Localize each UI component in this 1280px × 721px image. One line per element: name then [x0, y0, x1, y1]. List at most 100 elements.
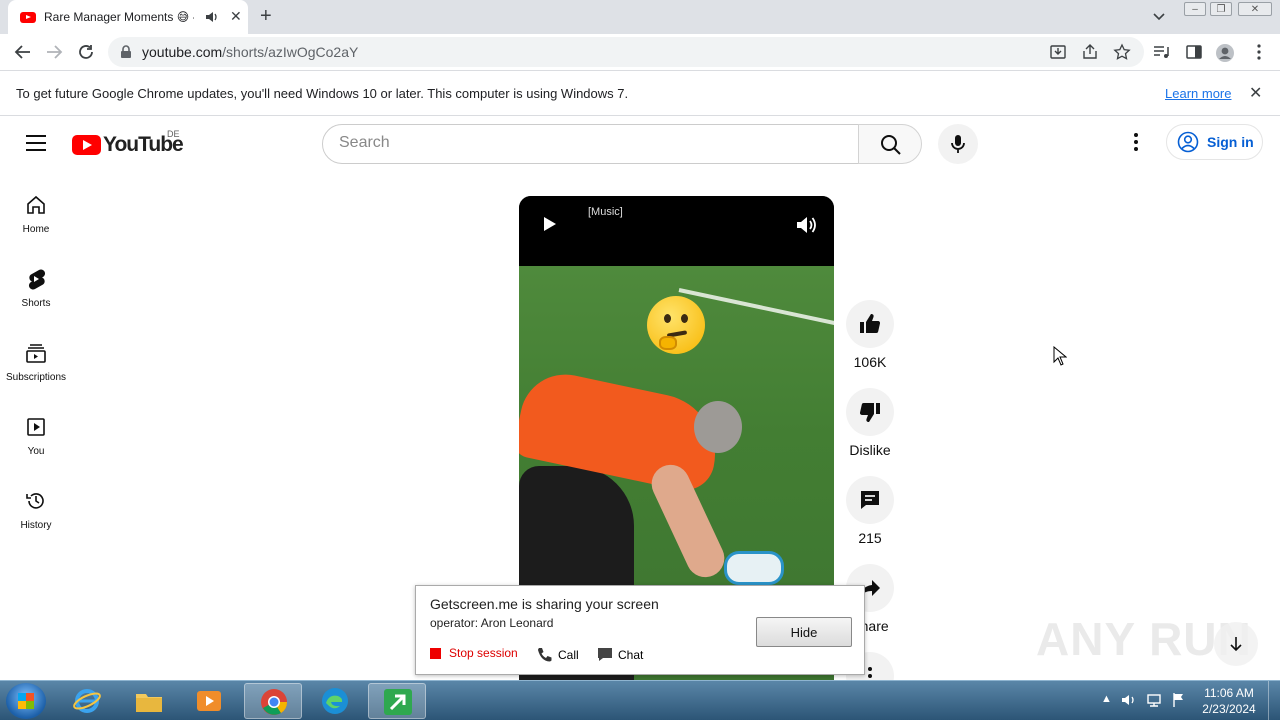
hide-button[interactable]: Hide — [756, 617, 852, 647]
install-app-icon[interactable] — [1049, 43, 1067, 61]
taskbar-edge[interactable] — [306, 683, 364, 719]
like-button[interactable] — [846, 300, 894, 348]
player-top-bar: [Music] — [519, 196, 834, 266]
window-maximize-button[interactable]: ❐ — [1210, 2, 1232, 16]
youtube-masthead: YouTube DE Sign in — [0, 116, 1280, 172]
volume-icon[interactable] — [795, 215, 817, 235]
bookmark-star-icon[interactable] — [1113, 43, 1131, 61]
tray-expand-icon[interactable]: ▲ — [1101, 693, 1112, 705]
home-icon — [27, 195, 45, 214]
window-minimize-button[interactable]: – — [1184, 2, 1206, 16]
back-arrow-icon[interactable] — [14, 43, 32, 61]
tab-search-chevron-icon[interactable] — [1152, 9, 1166, 23]
country-code: DE — [167, 129, 180, 139]
infobar-close-icon[interactable]: ✕ — [1249, 83, 1262, 103]
forward-arrow-icon[interactable] — [45, 43, 63, 61]
comments-action[interactable]: 215 — [846, 476, 894, 546]
chrome-toolbar: youtube.com/shorts/azIwOgCo2aY — [0, 34, 1280, 70]
history-icon — [26, 493, 44, 509]
phone-icon — [538, 648, 552, 662]
taskbar-media-player[interactable] — [180, 683, 238, 719]
clock-time: 11:06 AM — [1204, 686, 1254, 700]
getscreen-operator: operator: Aron Leonard — [430, 616, 554, 630]
arrow-down-icon — [1230, 637, 1242, 652]
infobar-message: To get future Google Chrome updates, you… — [16, 86, 629, 101]
hamburger-menu-icon[interactable] — [26, 135, 46, 151]
chrome-update-infobar: To get future Google Chrome updates, you… — [0, 70, 1280, 116]
thinking-face-icon — [647, 296, 705, 354]
address-bar[interactable]: youtube.com/shorts/azIwOgCo2aY — [108, 37, 1144, 67]
next-short-button[interactable] — [1214, 622, 1258, 666]
voice-search-button[interactable] — [938, 124, 978, 164]
thumbs-down-icon — [859, 402, 880, 422]
taskbar-internet-explorer[interactable] — [58, 683, 116, 719]
guide-item-history[interactable]: History — [0, 490, 72, 564]
internet-explorer-icon — [73, 689, 101, 713]
media-player-icon — [197, 691, 221, 711]
comment-icon — [861, 491, 879, 509]
comments-button[interactable] — [846, 476, 894, 524]
chat-bubble-icon — [598, 648, 612, 661]
taskbar-getscreen[interactable] — [368, 683, 426, 719]
chrome-tab-strip: Rare Manager Moments 😅 - ✕ + – ❐ ✕ — [0, 0, 1280, 34]
edge-icon — [322, 688, 348, 714]
search-icon — [881, 135, 901, 155]
tab-title: Rare Manager Moments 😅 - — [44, 10, 194, 24]
tray-network-icon[interactable] — [1146, 692, 1162, 708]
guide-item-shorts[interactable]: Shorts — [0, 268, 72, 342]
browser-tab-active[interactable]: Rare Manager Moments 😅 - ✕ — [8, 0, 248, 34]
getscreen-sharing-popup: Getscreen.me is sharing your screen oper… — [415, 585, 865, 675]
lock-icon[interactable] — [120, 45, 132, 59]
youtube-favicon-icon — [20, 11, 36, 23]
taskbar-chrome[interactable] — [244, 683, 302, 719]
sign-in-label: Sign in — [1207, 134, 1254, 150]
window-close-button[interactable]: ✕ — [1238, 2, 1272, 16]
taskbar-file-explorer[interactable] — [120, 683, 178, 719]
dislike-action[interactable]: Dislike — [846, 388, 894, 458]
goalkeeper-head — [694, 401, 742, 453]
profile-avatar-icon[interactable] — [1215, 43, 1235, 63]
youtube-logo[interactable]: YouTube DE — [72, 129, 184, 157]
tray-action-center-flag-icon[interactable] — [1171, 692, 1187, 708]
guide-item-subscriptions[interactable]: Subscriptions — [0, 342, 72, 416]
tab-audio-icon[interactable] — [205, 10, 219, 24]
guide-item-home[interactable]: Home — [0, 194, 72, 268]
learn-more-link[interactable]: Learn more — [1165, 86, 1231, 101]
stop-session-button[interactable]: Stop session — [430, 646, 518, 660]
chrome-icon — [261, 689, 288, 715]
goalkeeper-arm — [645, 458, 731, 584]
new-tab-icon[interactable]: + — [260, 6, 272, 26]
reload-icon[interactable] — [77, 43, 95, 61]
chrome-menu-icon[interactable] — [1250, 43, 1268, 61]
dislike-button[interactable] — [846, 388, 894, 436]
clock-date: 2/23/2024 — [1202, 702, 1256, 716]
guide-item-you[interactable]: You — [0, 416, 72, 490]
chat-button[interactable]: Chat — [596, 646, 643, 664]
windows-start-button[interactable] — [6, 683, 46, 719]
player-caption: [Music] — [588, 206, 623, 218]
goalkeeper-glove — [724, 551, 784, 585]
tab-close-icon[interactable]: ✕ — [230, 9, 242, 23]
call-button[interactable]: Call — [536, 646, 579, 664]
microphone-icon — [951, 135, 965, 153]
media-control-icon[interactable] — [1152, 43, 1170, 61]
show-desktop-button[interactable] — [1268, 681, 1280, 721]
url-text: youtube.com/shorts/azIwOgCo2aY — [142, 44, 359, 60]
play-icon[interactable] — [541, 216, 557, 232]
windows-taskbar: ▲ 11:06 AM 2/23/2024 — [0, 680, 1280, 721]
share-page-icon[interactable] — [1081, 43, 1099, 61]
getscreen-title: Getscreen.me is sharing your screen — [430, 596, 659, 612]
tray-volume-icon[interactable] — [1121, 692, 1137, 708]
youtube-play-logo-icon — [72, 135, 101, 155]
search-button[interactable] — [858, 124, 922, 164]
settings-more-icon[interactable] — [1126, 132, 1146, 152]
subscriptions-icon — [26, 344, 46, 363]
search-input[interactable] — [339, 134, 839, 152]
search-box — [322, 124, 859, 164]
comment-count: 215 — [858, 530, 882, 546]
sign-in-button[interactable]: Sign in — [1166, 124, 1263, 160]
taskbar-clock[interactable]: 11:06 AM 2/23/2024 — [1196, 685, 1262, 717]
mouse-cursor-icon — [1053, 346, 1067, 366]
like-action[interactable]: 106K — [846, 300, 894, 370]
side-panel-icon[interactable] — [1185, 43, 1203, 61]
